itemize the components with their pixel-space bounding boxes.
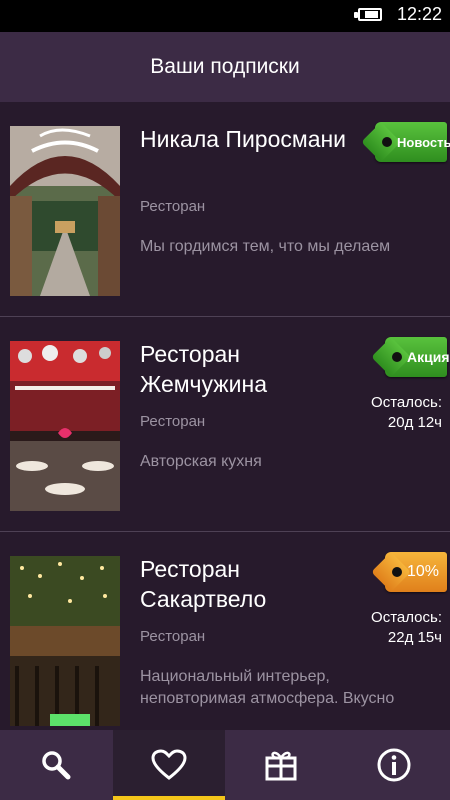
gift-icon xyxy=(265,751,297,781)
remaining-label: Осталось: xyxy=(371,394,442,411)
tag-hole-icon xyxy=(392,567,402,577)
restaurant-name: Ресторан Жемчужина xyxy=(140,341,268,397)
restaurant-photo xyxy=(10,126,120,296)
remaining-label: Осталось: xyxy=(371,609,442,626)
battery-icon xyxy=(358,8,382,21)
restaurant-category: Ресторан xyxy=(140,413,206,430)
restaurant-photo xyxy=(10,556,120,726)
restaurant-description: Национальный интерьер, неповторимая атмо… xyxy=(140,668,395,707)
tag-label: 10% xyxy=(407,563,440,580)
tab-search[interactable] xyxy=(0,730,113,800)
subscription-card[interactable]: Ресторан Жемчужина Ресторан Авторская ку… xyxy=(0,317,450,532)
time-remaining: Осталось: 20д 12ч xyxy=(371,393,442,433)
restaurant-name: Никала Пиросмани xyxy=(140,126,347,152)
restaurant-name: Ресторан Сакартвело xyxy=(140,556,267,612)
info-icon xyxy=(377,748,411,782)
subscriptions-list[interactable]: Никала Пиросмани Ресторан Мы гордимся те… xyxy=(0,102,450,730)
tag-hole-icon xyxy=(382,137,392,147)
subscription-card[interactable]: Никала Пиросмани Ресторан Мы гордимся те… xyxy=(0,102,450,317)
time-remaining: Осталось: 22д 15ч xyxy=(371,608,442,648)
page-title: Ваши подписки xyxy=(150,55,300,78)
app-header: Ваши подписки xyxy=(0,32,450,102)
tag-hole-icon xyxy=(392,352,402,362)
restaurant-description: Мы гордимся тем, что мы делаем xyxy=(140,238,391,255)
restaurant-photo xyxy=(10,341,120,511)
tag-label: Акция xyxy=(407,349,450,365)
promo-tag: Акция xyxy=(385,337,450,377)
tab-info[interactable] xyxy=(338,730,450,800)
remaining-value: 22д 15ч xyxy=(387,629,442,646)
news-tag: Новость xyxy=(375,122,450,162)
restaurant-description: Авторская кухня xyxy=(140,453,262,470)
tab-gifts[interactable] xyxy=(225,730,338,800)
tag-label: Новость xyxy=(397,134,450,150)
heart-icon xyxy=(151,749,187,780)
search-icon xyxy=(42,751,71,780)
restaurant-category: Ресторан xyxy=(140,198,206,215)
status-time: 12:22 xyxy=(396,4,442,24)
bottom-tab-bar xyxy=(0,730,450,800)
tab-favorites[interactable] xyxy=(112,730,225,800)
subscription-card[interactable]: Ресторан Сакартвело Ресторан Национальны… xyxy=(0,532,450,730)
remaining-value: 20д 12ч xyxy=(387,414,442,431)
discount-tag: 10% xyxy=(385,552,447,592)
restaurant-category: Ресторан xyxy=(140,628,206,645)
status-bar: 12:22 xyxy=(0,0,450,32)
